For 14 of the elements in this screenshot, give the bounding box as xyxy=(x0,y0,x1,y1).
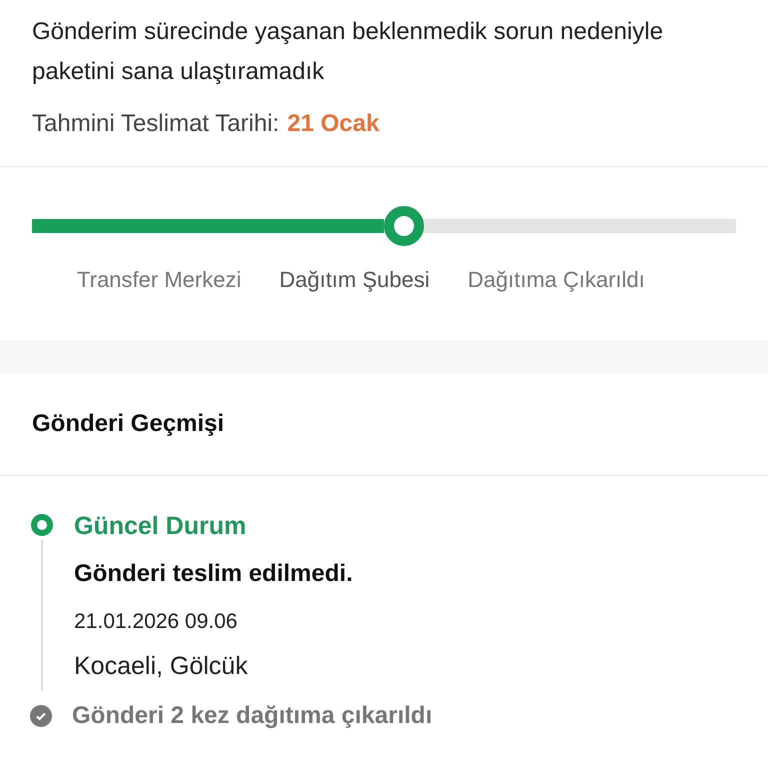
current-status-icon xyxy=(31,514,53,536)
check-icon xyxy=(30,705,52,727)
event-title: Gönderi teslim edilmedi. xyxy=(74,559,353,589)
eta-label: Tahmini Teslimat Tarihi: xyxy=(32,109,280,139)
event-location: Kocaeli, Gölcük xyxy=(74,650,249,682)
step-label: Transfer Merkezi xyxy=(77,266,242,294)
status-message: Gönderim sürecinde yaşanan beklenmedik sorun nedeniyle paketini sana ulaştıramadık xyxy=(32,17,664,87)
step-label: Dağıtım Şubesi xyxy=(279,266,430,294)
eta-value: 21 Ocak xyxy=(287,109,380,139)
event-heading: Güncel Durum xyxy=(74,511,248,542)
history-title: Gönderi Geçmişi xyxy=(32,409,226,439)
event-heading: Gönderi 2 kez dağıtıma çıkarıldı xyxy=(72,701,432,731)
step-label: Dağıtıma Çıkarıldı xyxy=(468,266,645,294)
event-time: 21.01.2026 09.06 xyxy=(74,609,238,635)
